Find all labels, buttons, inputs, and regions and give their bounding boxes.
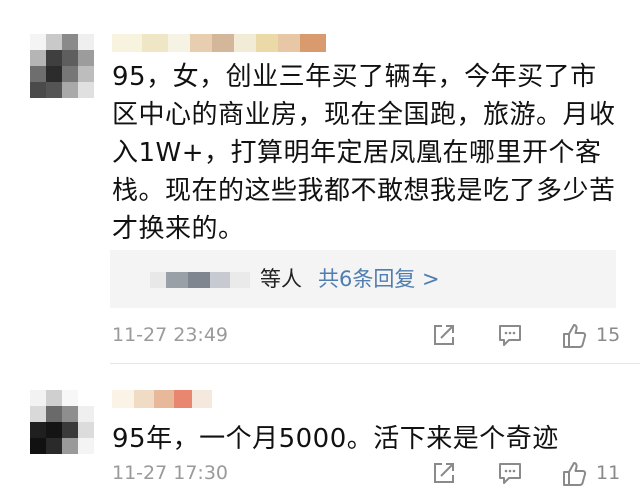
repost-icon[interactable]: [431, 322, 457, 352]
like-count: 15: [596, 324, 621, 346]
reply-preview[interactable]: 等人 共6条回复 >: [110, 250, 616, 308]
username-blurred[interactable]: [112, 34, 326, 52]
comment-time: 11-27 23:49: [112, 324, 229, 346]
comment-item: 95年，一个月5000。活下来是个奇迹 11-27 17:30 11: [0, 364, 640, 500]
like-count: 11: [596, 462, 621, 484]
view-replies-link[interactable]: 共6条回复 >: [318, 262, 440, 296]
comment-meta: 11-27 23:49 15: [0, 320, 640, 354]
comment-text: 95，女，创业三年买了辆车，今年买了市区中心的商业房，现在全国跑，旅游。月收入1…: [112, 62, 616, 244]
username-blurred[interactable]: [112, 390, 212, 408]
repost-icon[interactable]: [431, 460, 457, 490]
comment-meta: 11-27 17:30 11: [0, 458, 640, 492]
like-icon[interactable]: [561, 460, 587, 490]
comment-time: 11-27 17:30: [112, 462, 229, 484]
comment-text: 95年，一个月5000。活下来是个奇迹: [112, 424, 559, 454]
reply-users-suffix: 等人: [260, 267, 302, 291]
comment-item: 95，女，创业三年买了辆车，今年买了市区中心的商业房，现在全国跑，旅游。月收入1…: [0, 0, 640, 364]
avatar[interactable]: [30, 34, 94, 98]
avatar[interactable]: [30, 390, 94, 454]
comment-icon[interactable]: [497, 460, 523, 490]
reply-user-blurred: [150, 272, 250, 288]
comment-icon[interactable]: [497, 322, 523, 352]
like-icon[interactable]: [561, 322, 587, 352]
